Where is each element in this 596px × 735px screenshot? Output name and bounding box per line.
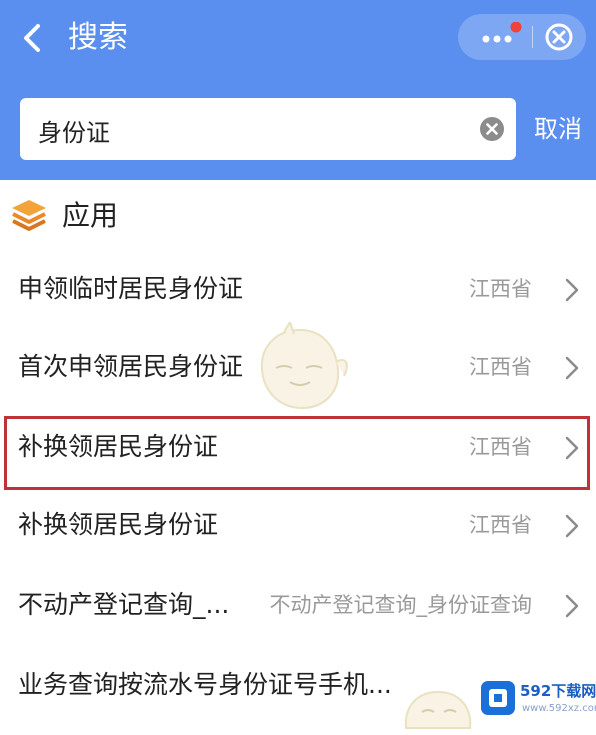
result-region: 不动产登记查询_身份证查询: [269, 593, 533, 617]
mascot-watermark-icon: [260, 322, 348, 410]
chevron-right-icon: [565, 356, 579, 380]
result-item[interactable]: 申领临时居民身份证 江西省: [0, 252, 596, 328]
result-item[interactable]: 不动产登记查询_... 不动产登记查询_身份证查询: [0, 568, 596, 644]
layers-icon: [12, 200, 46, 231]
site-watermark: 592下载网 www.592xz.com: [476, 676, 596, 726]
cancel-button[interactable]: 取消: [534, 112, 582, 146]
chevron-right-icon: [565, 278, 579, 302]
chevron-right-icon: [565, 514, 579, 538]
search-field: [20, 98, 516, 160]
result-region: 江西省: [469, 513, 532, 537]
page-title: 搜索: [68, 20, 128, 55]
site-logo-icon: [481, 681, 515, 715]
result-region: 江西省: [469, 355, 532, 379]
back-arrow-icon[interactable]: [14, 18, 54, 58]
watermark-url: www.592xz.com: [522, 703, 596, 714]
result-name: 申领临时居民身份证: [18, 274, 244, 303]
result-region: 江西省: [469, 277, 532, 301]
search-input[interactable]: [36, 112, 460, 148]
result-name: 补换领居民身份证: [18, 510, 219, 539]
result-name: 不动产登记查询_...: [18, 590, 230, 619]
chevron-right-icon: [565, 594, 579, 618]
mascot-watermark-icon: [404, 690, 472, 729]
result-item[interactable]: 补换领居民身份证 江西省: [0, 488, 596, 564]
close-circle-icon[interactable]: [544, 22, 574, 52]
capsule-divider: [532, 26, 533, 48]
highlight-box: [4, 416, 590, 490]
more-options-icon[interactable]: [478, 22, 522, 52]
clear-icon[interactable]: [478, 115, 506, 143]
mini-program-capsule: [458, 14, 586, 60]
watermark-brand: 592下载网: [520, 682, 596, 700]
top-bar: 搜索 取消: [0, 0, 596, 180]
section-header: 应用: [0, 182, 596, 252]
result-name: 首次申领居民身份证: [18, 352, 244, 381]
result-name: 业务查询按流水号身份证号手机...: [18, 670, 392, 699]
section-title: 应用: [62, 199, 119, 232]
